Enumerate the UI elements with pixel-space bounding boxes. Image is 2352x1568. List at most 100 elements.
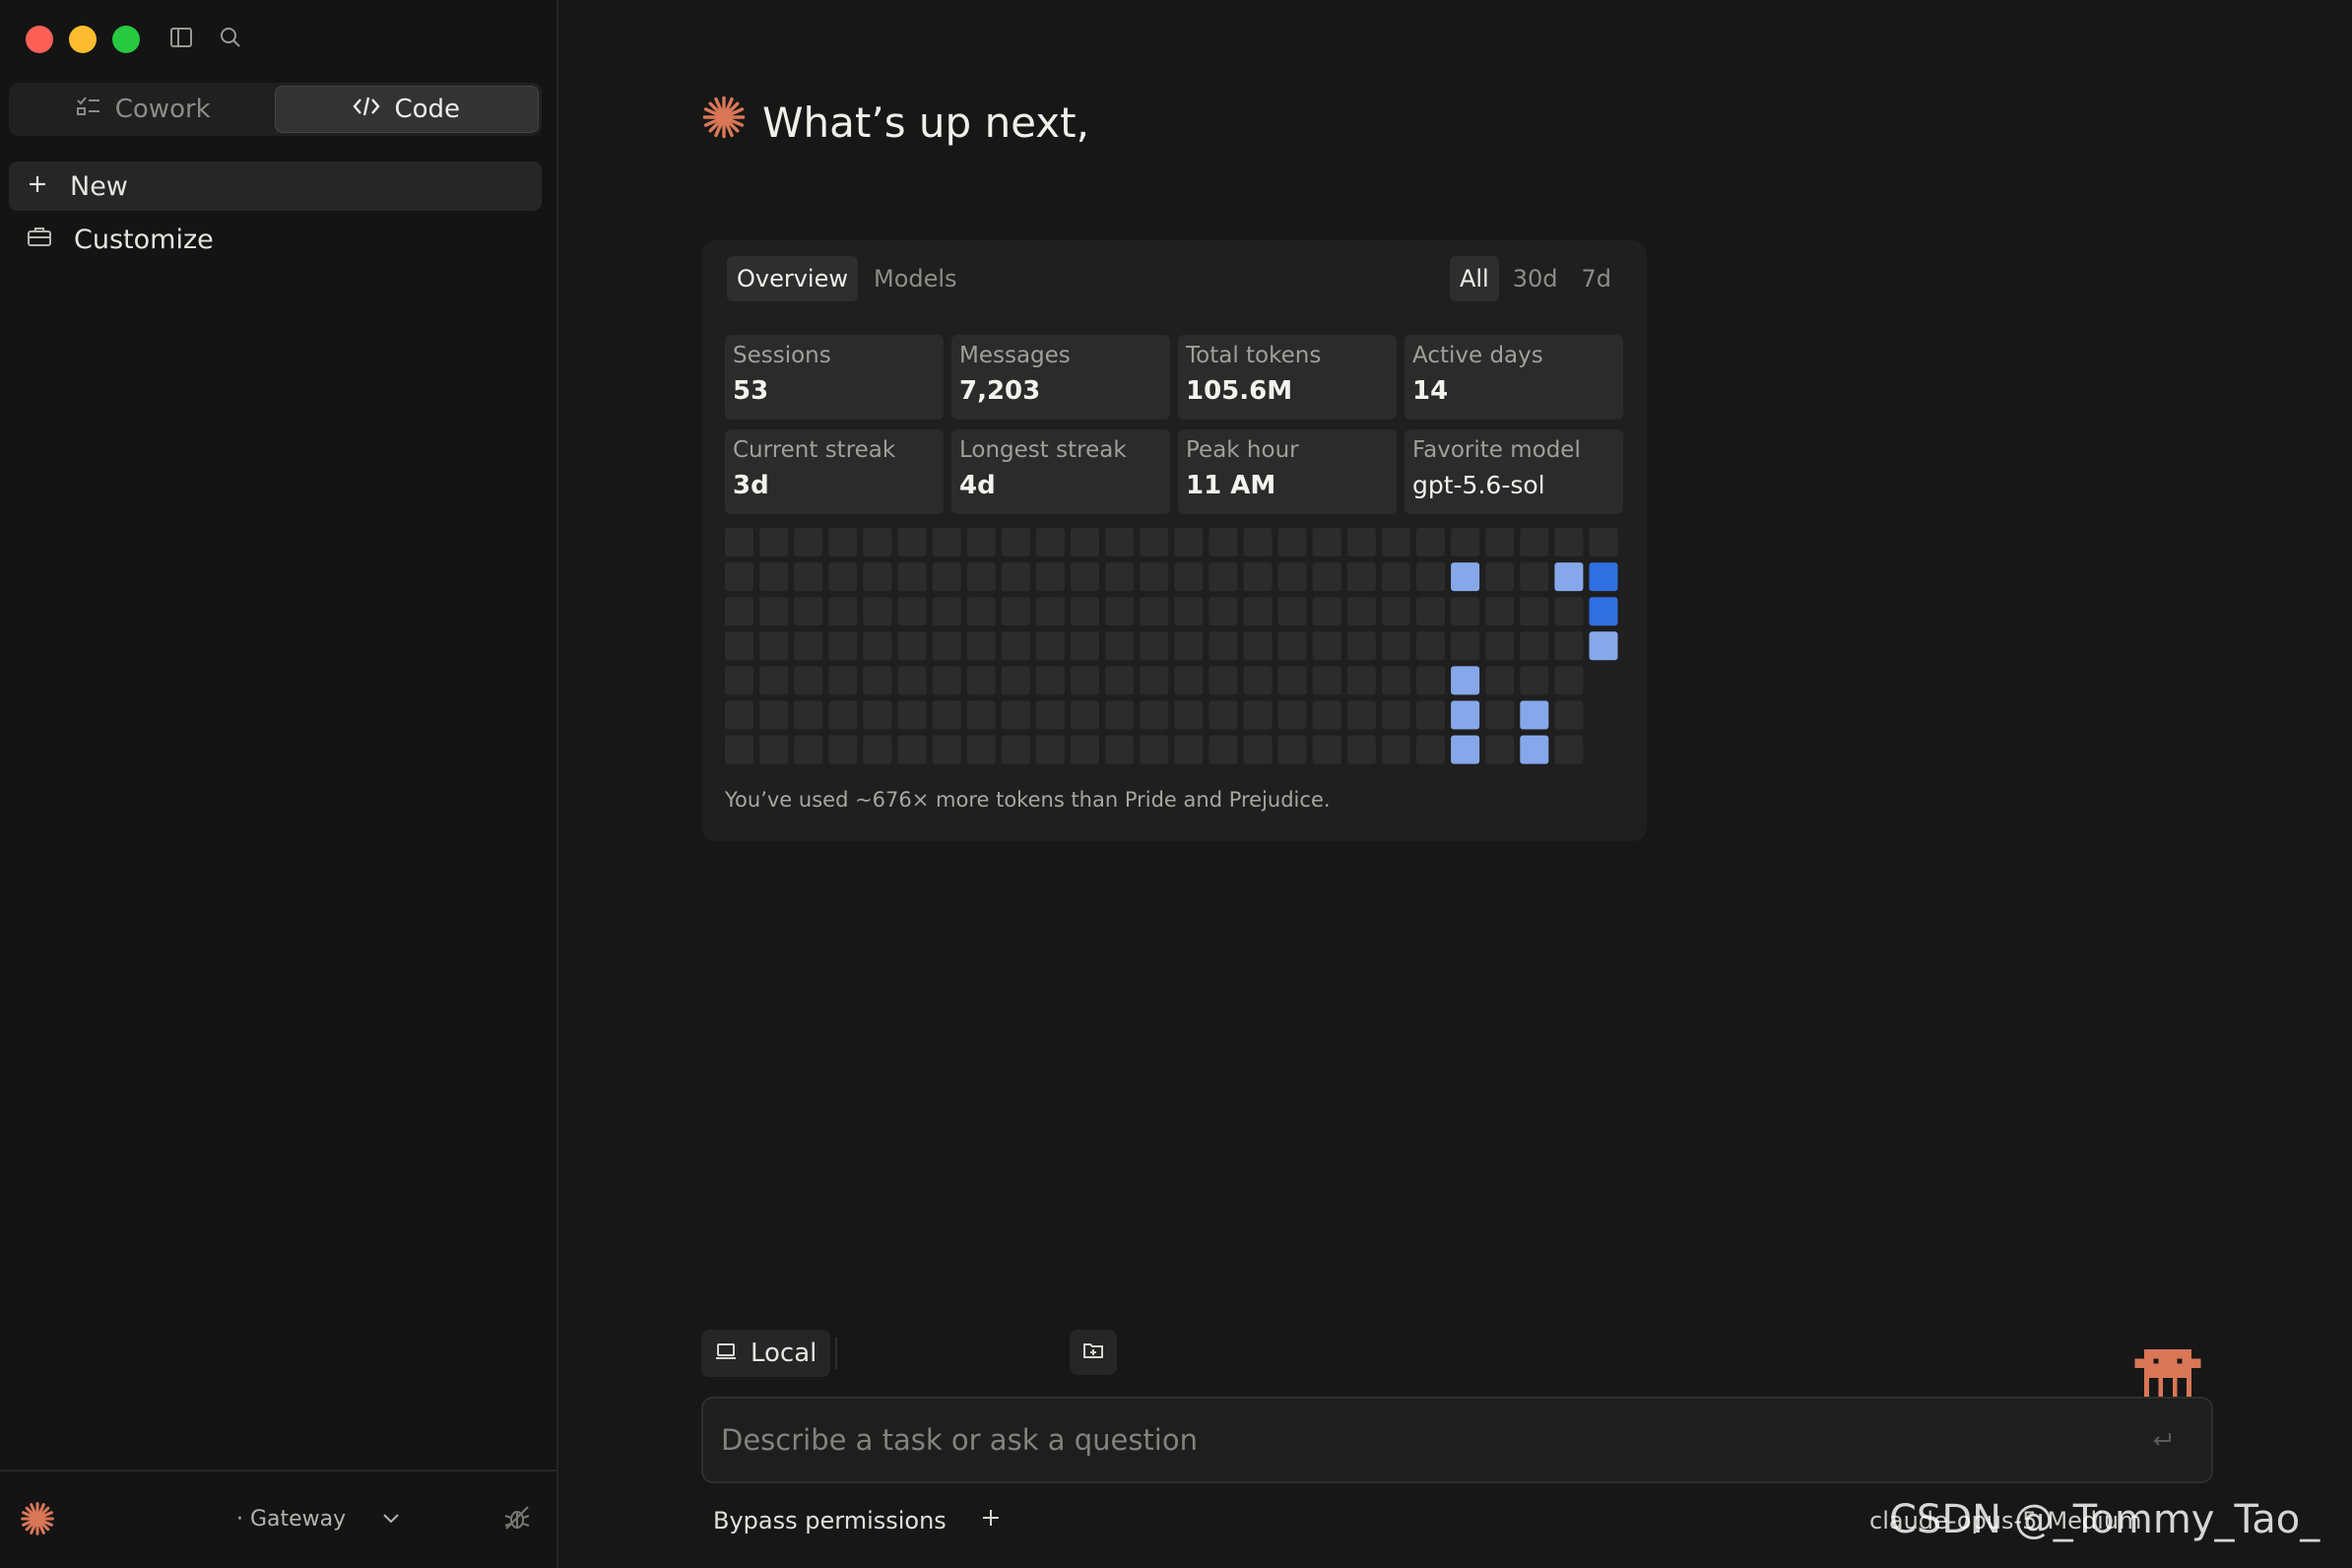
heatmap-cell: [1209, 700, 1238, 730]
new-session-button[interactable]: New: [9, 162, 542, 211]
code-icon: [353, 95, 381, 125]
tab-overview[interactable]: Overview: [727, 256, 858, 301]
heatmap-cell: [1035, 735, 1065, 764]
heatmap-cell: [1174, 528, 1204, 556]
prompt-input[interactable]: [721, 1418, 2120, 1462]
debug-icon[interactable]: [502, 1503, 532, 1536]
heatmap-cell: [897, 631, 927, 661]
heatmap-cell: [759, 597, 789, 626]
sidebar-toggle-icon[interactable]: [167, 24, 195, 51]
folder-plus-icon: [1082, 1340, 1104, 1364]
heatmap-cell: [1105, 735, 1135, 764]
gateway-label: · Gateway: [236, 1507, 347, 1532]
heatmap-cell: [1140, 631, 1169, 661]
heatmap-cell: [1416, 735, 1445, 764]
watermark-text: CSDN @_Tommy_Tao_: [1889, 1497, 2320, 1542]
heatmap-cell: [1554, 562, 1584, 592]
heatmap-cell: [1381, 631, 1410, 661]
stat-favorite-model: Favorite model gpt-5.6-sol: [1405, 429, 1623, 514]
stat-label: Current streak: [733, 437, 896, 463]
heatmap-cell: [759, 631, 789, 661]
heatmap-cell: [1174, 562, 1204, 592]
heatmap-cell: [966, 631, 996, 661]
heatmap-cell: [1485, 562, 1515, 592]
add-folder-button[interactable]: [1070, 1330, 1117, 1375]
greeting-text: What’s up next,: [762, 98, 1089, 147]
usage-stats-card: Overview Models All 30d 7d Sessions 53 M…: [701, 240, 1647, 841]
gateway-selector[interactable]: · Gateway: [236, 1507, 401, 1532]
heatmap-cell: [1105, 528, 1135, 556]
heatmap-cell: [759, 735, 789, 764]
heatmap-cell: [1209, 562, 1238, 592]
heatmap-cell: [828, 631, 858, 661]
environment-selector[interactable]: Local: [701, 1330, 831, 1377]
briefcase-icon: [27, 225, 52, 255]
heatmap-cell: [725, 666, 753, 695]
stat-value: gpt-5.6-sol: [1412, 470, 1545, 499]
minimize-window-button[interactable]: [69, 26, 97, 53]
heatmap-cell: [1451, 700, 1480, 730]
heatmap-cell: [1554, 735, 1584, 764]
heatmap-cell: [1140, 597, 1169, 626]
heatmap-cell: [1174, 666, 1204, 695]
search-icon[interactable]: [217, 24, 244, 51]
heatmap-cell: [1001, 562, 1030, 592]
claude-logo-icon: [701, 95, 747, 150]
heatmap-cell: [1346, 528, 1376, 556]
heatmap-cell: [1312, 597, 1341, 626]
heatmap-cell: [1485, 735, 1515, 764]
heatmap-cell: [1520, 562, 1549, 592]
heatmap-cell: [1035, 700, 1065, 730]
heatmap-cell: [1346, 735, 1376, 764]
heatmap-cell: [1140, 666, 1169, 695]
sidebar-toolbar: [167, 24, 244, 51]
heatmap-cell: [1451, 631, 1480, 661]
heatmap-cell: [863, 666, 892, 695]
close-window-button[interactable]: [26, 26, 53, 53]
new-session-label: New: [70, 170, 128, 202]
heatmap-cell: [932, 631, 961, 661]
heatmap-cell: [966, 735, 996, 764]
heatmap-cell: [1209, 631, 1238, 661]
stat-longest-streak: Longest streak 4d: [951, 429, 1170, 514]
stat-label: Longest streak: [959, 437, 1127, 463]
heatmap-cell: [1001, 735, 1030, 764]
tab-models[interactable]: Models: [864, 256, 967, 301]
mode-cowork-label: Cowork: [114, 95, 211, 124]
mode-cowork-button[interactable]: Cowork: [12, 86, 275, 133]
heatmap-cell: [1381, 666, 1410, 695]
usage-footnote: You’ve used ~676× more tokens than Pride…: [725, 788, 1331, 812]
heatmap-cell: [932, 597, 961, 626]
plus-icon[interactable]: [980, 1507, 1002, 1535]
range-30d[interactable]: 30d: [1503, 256, 1568, 301]
stat-messages: Messages 7,203: [951, 335, 1170, 420]
heatmap-cell: [1554, 631, 1584, 661]
heatmap-cell: [1451, 528, 1480, 556]
enter-icon[interactable]: [2150, 1430, 2174, 1454]
heatmap-cell: [897, 528, 927, 556]
mode-code-button[interactable]: Code: [274, 86, 539, 133]
heatmap-cell: [828, 528, 858, 556]
heatmap-cell: [1243, 597, 1273, 626]
sidebar-footer: · Gateway: [0, 1470, 556, 1568]
heatmap-cell: [1346, 666, 1376, 695]
heatmap-cell: [1346, 700, 1376, 730]
customize-button[interactable]: Customize: [9, 215, 542, 264]
heatmap-cell: [1520, 700, 1549, 730]
range-7d[interactable]: 7d: [1571, 256, 1621, 301]
heatmap-cell: [1277, 631, 1307, 661]
heatmap-cell: [1277, 528, 1307, 556]
range-all[interactable]: All: [1449, 256, 1499, 301]
heatmap-cell: [794, 631, 823, 661]
stat-total-tokens: Total tokens 105.6M: [1178, 335, 1397, 420]
heatmap-cell: [897, 666, 927, 695]
heatmap-cell: [1105, 631, 1135, 661]
heatmap-cell: [932, 666, 961, 695]
heatmap-cell: [1312, 700, 1341, 730]
mode-switch: Cowork Code: [9, 83, 542, 136]
maximize-window-button[interactable]: [112, 26, 140, 53]
heatmap-cell: [1589, 631, 1618, 661]
heatmap-cell: [1071, 631, 1099, 661]
permissions-mode-button[interactable]: Bypass permissions: [713, 1507, 947, 1535]
heatmap-cell: [897, 562, 927, 592]
